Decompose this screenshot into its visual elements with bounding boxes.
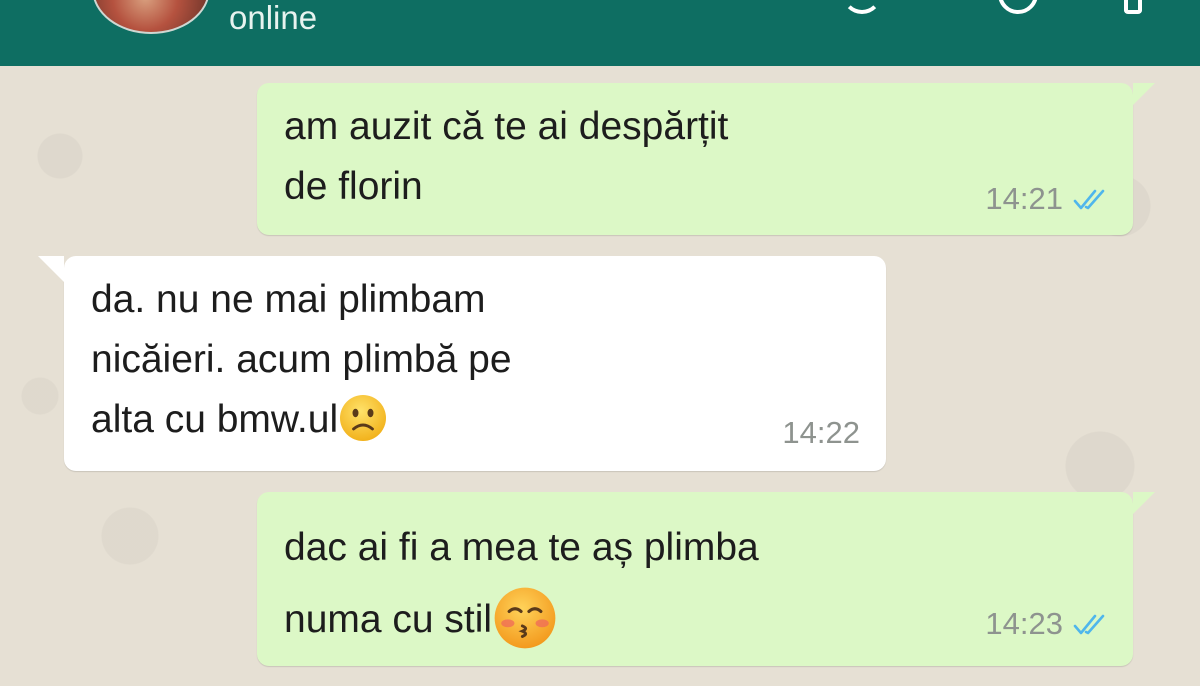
- message-time: 14:22: [782, 415, 860, 450]
- message-time: 14:23: [985, 606, 1063, 641]
- message-line: de florin: [284, 165, 423, 208]
- incoming-message[interactable]: da. nu ne mai plimbam nicăieri. acum pli…: [38, 256, 886, 471]
- chat-area[interactable]: am auzit că te ai despărțit de florin 14…: [0, 66, 1200, 686]
- double-blue-check-icon: [1073, 614, 1105, 635]
- message-line-text: alta cu bmw.ul: [91, 398, 339, 441]
- slightly-frowning-face-emoji: [340, 394, 387, 441]
- video-call-icon[interactable]: [842, 0, 882, 14]
- message-text: da. nu ne mai plimbam nicăieri. acum pli…: [91, 270, 512, 450]
- bubble-tail: [1133, 83, 1155, 105]
- message-line: alta cu bmw.ul: [91, 390, 512, 450]
- outgoing-message[interactable]: am auzit că te ai despărțit de florin 14…: [257, 83, 1155, 235]
- message-meta: 14:22: [782, 415, 860, 451]
- message-line: dac ai fi a mea te aș plimba: [284, 526, 759, 569]
- avatar[interactable]: [92, 0, 210, 34]
- double-blue-check-icon: [1073, 189, 1105, 210]
- message-line: nicăieri. acum plimbă pe: [91, 338, 512, 381]
- message-text: am auzit că te ai despărțit de florin: [284, 97, 728, 217]
- chat-header: online: [0, 0, 1200, 66]
- message-text: dac ai fi a mea te aș plimba numa cu sti…: [284, 512, 759, 656]
- bubble-tail: [1133, 492, 1155, 514]
- message-line: numa cu stil: [284, 584, 759, 656]
- voice-call-icon[interactable]: [998, 0, 1038, 14]
- menu-icon[interactable]: [1124, 0, 1142, 14]
- kissing-face-closed-eyes-emoji: [494, 587, 556, 649]
- message-line: da. nu ne mai plimbam: [91, 278, 486, 321]
- message-meta: 14:21: [985, 181, 1109, 217]
- message-line: am auzit că te ai despărțit: [284, 105, 729, 148]
- message-meta: 14:23: [985, 606, 1109, 642]
- message-time: 14:21: [985, 181, 1063, 216]
- message-line-text: numa cu stil: [284, 598, 493, 641]
- bubble-tail: [38, 256, 64, 282]
- outgoing-message[interactable]: dac ai fi a mea te aș plimba numa cu sti…: [257, 492, 1155, 666]
- contact-status: online: [229, 0, 318, 36]
